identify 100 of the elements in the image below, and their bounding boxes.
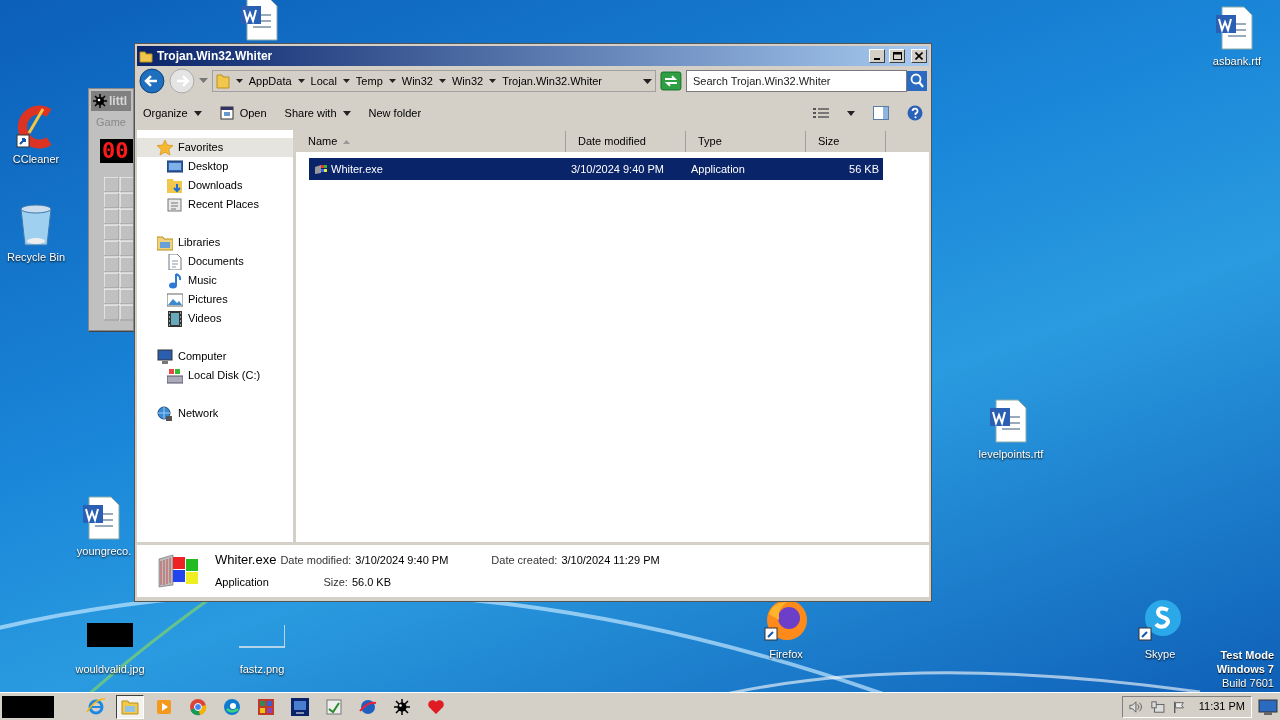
- application-icon: [315, 164, 327, 174]
- refresh-button[interactable]: [660, 71, 682, 91]
- desktop-icon-label[interactable]: asbank.rtf: [1212, 55, 1262, 68]
- help-icon[interactable]: [907, 105, 923, 121]
- breadcrumb-item[interactable]: Temp: [355, 72, 383, 90]
- table-cell-text: 56 KB: [848, 161, 880, 177]
- breadcrumb-item[interactable]: Win32: [401, 72, 433, 90]
- nav-item[interactable]: Libraries: [137, 233, 293, 252]
- network-icon[interactable]: [1150, 699, 1165, 714]
- drive-icon: [167, 367, 183, 384]
- application-icon: [157, 553, 201, 589]
- caret-icon[interactable]: [342, 78, 350, 84]
- maximize-icon: [892, 52, 902, 60]
- window-title: Trojan.Win32.Whiter: [157, 48, 274, 65]
- nav-item[interactable]: Pictures: [137, 290, 293, 309]
- table-cell-text: Whiter.exe: [331, 161, 383, 177]
- toolbar-button[interactable]: New folder: [368, 101, 422, 125]
- show-desktop-icon[interactable]: [1258, 697, 1278, 716]
- download-folder-icon: [167, 177, 183, 194]
- nav-item[interactable]: Music: [137, 271, 293, 290]
- toolbar-button[interactable]: Share with: [284, 101, 351, 125]
- caret-icon[interactable]: [235, 78, 243, 84]
- folder-icon: [139, 49, 153, 63]
- minimize-button[interactable]: [869, 49, 885, 63]
- nav-item[interactable]: Computer: [137, 347, 293, 366]
- checkmark-icon: [324, 696, 344, 717]
- folder-icon: [215, 73, 230, 89]
- monitor-icon: [290, 696, 310, 717]
- address-bar[interactable]: AppData Local Temp Win32 Win32 Trojan.Win32.Whiter: [211, 70, 657, 92]
- breadcrumb-item[interactable]: Local: [310, 72, 337, 90]
- maximize-button[interactable]: [889, 49, 905, 63]
- search-field[interactable]: Search Trojan.Win32.Whiter: [685, 70, 907, 92]
- nav-item[interactable]: Local Disk (C:): [137, 366, 293, 385]
- desktop-icon-label[interactable]: Skype: [1144, 648, 1176, 661]
- music-icon: [167, 272, 183, 289]
- nav-item[interactable]: Recent Places: [137, 195, 293, 214]
- close-icon: [915, 52, 923, 60]
- file-row[interactable]: Whiter.exe 3/10/2024 9:40 PM Application 56 KB: [309, 158, 883, 180]
- breadcrumb-item[interactable]: AppData: [248, 72, 292, 90]
- nav-item[interactable]: Network: [137, 404, 293, 423]
- close-button[interactable]: [911, 49, 927, 63]
- toolbar-button[interactable]: Open: [219, 101, 267, 125]
- view-options-icon[interactable]: [813, 107, 829, 119]
- mine-icon: [93, 94, 107, 108]
- file-type: Application: [215, 574, 270, 590]
- speaker-icon[interactable]: [1129, 699, 1143, 714]
- window-icon: [219, 106, 234, 120]
- caret-icon[interactable]: [388, 78, 396, 84]
- window-title: littl: [109, 93, 127, 110]
- table-cell-text: 3/10/2024 9:40 PM: [571, 161, 665, 177]
- back-button[interactable]: [139, 68, 165, 94]
- breadcrumb-item[interactable]: Win32: [451, 72, 484, 90]
- desktop-icon-label[interactable]: Recycle Bin: [6, 251, 66, 264]
- globe-icon: [157, 405, 173, 422]
- clock-document-icon: [167, 196, 183, 213]
- mine-counter: 00: [100, 138, 133, 163]
- field-value: 56.0 KB: [351, 574, 392, 590]
- start-button[interactable]: [2, 695, 54, 718]
- nav-item[interactable]: Downloads: [137, 176, 293, 195]
- field-label: Date modified:: [280, 553, 352, 568]
- caret-icon[interactable]: [847, 110, 855, 116]
- caret-icon[interactable]: [643, 78, 653, 84]
- breadcrumb-item[interactable]: Trojan.Win32.Whiter: [502, 72, 602, 90]
- desktop-icon-label[interactable]: Firefox: [769, 648, 803, 661]
- folder-icon: [157, 234, 173, 251]
- nav-item[interactable]: Favorites: [137, 138, 293, 157]
- nav-item[interactable]: Documents: [137, 252, 293, 271]
- watermark-text: Windows 7: [1216, 662, 1274, 676]
- field-label: Date created:: [491, 553, 558, 568]
- minefield-drawing[interactable]: [104, 176, 133, 321]
- caret-icon[interactable]: [438, 78, 446, 84]
- star-icon: [157, 139, 173, 156]
- search-icon[interactable]: [907, 71, 927, 91]
- table-cell-text: Application: [691, 161, 746, 177]
- flag-icon[interactable]: [1172, 699, 1185, 714]
- taskbar-button[interactable]: [116, 694, 144, 719]
- caret-icon[interactable]: [297, 78, 305, 84]
- document-icon: [167, 253, 183, 270]
- nav-item[interactable]: Desktop: [137, 157, 293, 176]
- skype-icon[interactable]: [1137, 598, 1183, 644]
- toolbar-button[interactable]: Organize: [143, 101, 202, 125]
- desktop-icon-label[interactable]: CCleaner: [12, 153, 60, 166]
- field-value: 3/10/2024 9:40 PM: [355, 553, 449, 568]
- colored-squares-icon: [256, 696, 276, 717]
- mine-icon: [392, 696, 412, 717]
- film-icon: [167, 310, 183, 327]
- preview-pane-icon[interactable]: [873, 106, 889, 120]
- watermark-text: Build 7601: [1222, 676, 1274, 690]
- watermark-text: Test Mode: [1220, 648, 1274, 662]
- field-label: Size:: [323, 574, 348, 590]
- file-name: Whiter.exe: [215, 552, 277, 568]
- picture-icon: [167, 291, 183, 308]
- computer-icon: [157, 348, 173, 365]
- caret-icon[interactable]: [489, 78, 497, 84]
- desktop-icon-label[interactable]: levelpoints.rtf: [978, 448, 1044, 461]
- chrome-icon: [188, 696, 208, 717]
- field-value: 3/10/2024 11:29 PM: [561, 553, 660, 568]
- nav-item[interactable]: Videos: [137, 309, 293, 328]
- edge-icon: [222, 696, 242, 717]
- clock[interactable]: 11:31 PM: [1198, 698, 1245, 715]
